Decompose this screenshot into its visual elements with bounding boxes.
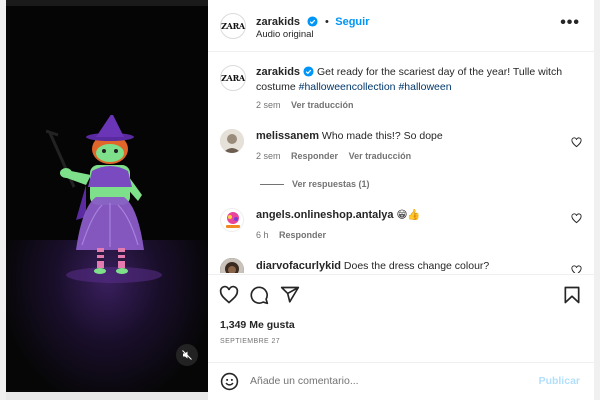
heart-icon[interactable] [571,265,582,273]
avatar-logo-text: ZARA [221,21,245,31]
comment-input[interactable]: Añade un comentario... [250,375,359,387]
post-header: ZARA zarakids • Seguir Audio original ••… [208,0,594,52]
comment-body: Does the dress change colour? [343,260,490,272]
comment-username[interactable]: diarvofacurlykid [256,260,341,272]
person-avatar-icon [220,129,244,153]
likes-count[interactable]: 1,349 Me gusta [220,319,295,331]
share-icon[interactable] [280,285,300,305]
view-replies-link[interactable]: Ver respuestas (1) [292,179,378,189]
caption-time: 2 sem [256,100,281,110]
comment-text: diarvofacurlykid Does the dress change c… [256,259,489,273]
comment-username[interactable]: melissanem [256,130,319,142]
mute-icon [182,350,192,360]
right-frame-edge [594,0,600,400]
caption-username[interactable]: zarakids [256,66,300,78]
comment-meta: 6 h Responder [256,230,334,240]
comment-icon[interactable] [249,285,269,305]
mute-button[interactable] [176,344,198,366]
verified-icon [307,16,319,27]
comments-list: ZARA zarakids Get ready for the scariest… [208,53,594,273]
bookmark-icon[interactable] [562,285,582,305]
video-top-strip [6,0,208,6]
more-icon[interactable]: ••• [560,15,580,31]
comment-time: 2 sem [256,151,281,161]
replies-divider [260,184,284,185]
comment-text: melissanem Who made this!? So dope [256,129,443,144]
comment-body: 😁👍 [396,209,421,221]
heart-icon[interactable] [571,137,582,148]
witch-figure-image [46,115,162,283]
comment-time: 6 h [256,230,269,240]
person-avatar-icon [220,258,244,273]
comment-text: angels.onlineshop.antalya 😁👍 [256,208,421,223]
hashtag-link[interactable]: #halloween [398,81,451,93]
heart-icon[interactable] [219,285,239,305]
account-avatar[interactable]: ZARA [220,13,246,39]
post-actions: 1,349 Me gusta SEPTIEMBRE 27 [208,274,594,362]
caption-meta: 2 sem Ver traducción [256,100,362,110]
heart-icon[interactable] [571,213,582,224]
caption-text: zarakids Get ready for the scariest day … [256,65,576,95]
follow-button[interactable]: Seguir [335,16,369,28]
view-replies-label: Ver respuestas (1) [292,179,370,189]
comment-avatar[interactable] [220,258,244,273]
caption-avatar[interactable]: ZARA [220,65,246,91]
video-bottom-strip [6,392,208,400]
verified-icon [303,66,314,77]
comment-username[interactable]: angels.onlineshop.antalya [256,209,394,221]
hashtag-link[interactable]: #halloweencollection [299,81,396,93]
shop-logo-icon [221,209,243,231]
caption-avatar-logo-text: ZARA [221,73,245,83]
comment-body: Who made this!? So dope [321,130,443,142]
comment-avatar[interactable] [220,208,244,232]
reply-link[interactable]: Responder [279,230,326,240]
comment-meta: 2 sem Responder Ver traducción [256,151,419,161]
comment-avatar[interactable] [220,129,244,153]
publish-button[interactable]: Publicar [539,375,580,387]
post-side-panel: ZARA zarakids • Seguir Audio original ••… [208,0,594,400]
header-username[interactable]: zarakids [256,16,300,28]
caption-translate-link[interactable]: Ver traducción [291,100,354,110]
emoji-icon[interactable] [220,372,239,391]
post-video[interactable] [6,0,208,400]
reply-link[interactable]: Responder [291,151,338,161]
translate-link[interactable]: Ver traducción [349,151,412,161]
audio-label[interactable]: Audio original [256,29,314,40]
post-date: SEPTIEMBRE 27 [220,338,281,345]
comment-composer: Añade un comentario... Publicar [208,362,594,400]
